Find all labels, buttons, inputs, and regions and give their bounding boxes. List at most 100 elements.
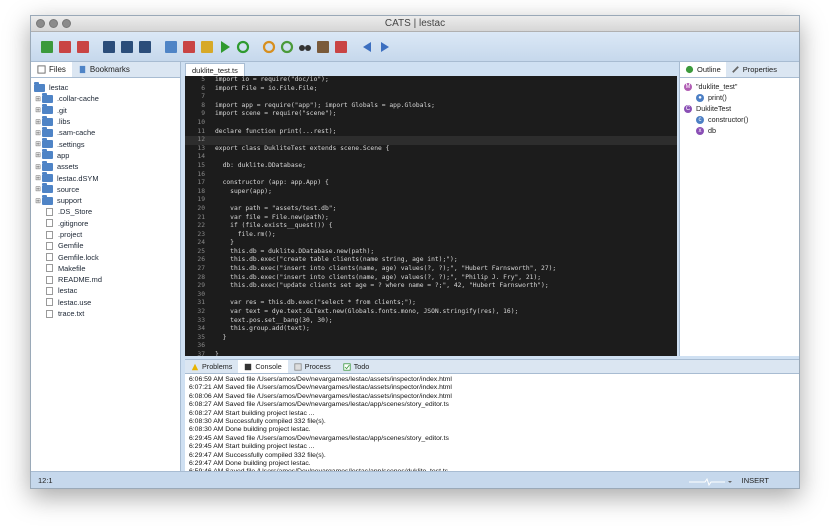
code-line[interactable]: 30 [185,291,677,300]
code-line[interactable]: 36 [185,342,677,351]
editor-tab[interactable]: duklite_test.ts [185,63,245,76]
code-line[interactable]: 11 declare function print(...rest); [185,128,677,137]
console-output[interactable]: 6:06:59 AM Saved file /Users/amos/Dev/ne… [185,374,799,485]
redo-icon[interactable] [279,39,295,55]
refresh-icon[interactable] [235,39,251,55]
tree-file[interactable]: .project [31,229,180,240]
code-line[interactable]: 14 [185,153,677,162]
tree-file[interactable]: Gemfile [31,240,180,251]
tab-todo[interactable]: Todo [337,360,376,373]
code-editor[interactable]: 5 import io = require("doc/io"); 6 import F… [185,76,677,356]
folder-icon [42,104,53,115]
tree-file[interactable]: lestac [31,285,180,296]
tree-file[interactable]: Makefile [31,263,180,274]
settings-icon[interactable] [333,39,349,55]
back-icon[interactable] [359,39,375,55]
code-line[interactable]: 5 import io = require("doc/io"); [185,76,677,85]
expand-icon[interactable]: ⊞ [34,174,42,182]
tree-folder[interactable]: ⊞ .libs [31,115,180,127]
code-line[interactable]: 26 this.db.exec("create table clients(na… [185,256,677,265]
code-line[interactable]: 17 constructor (app: app.App) { [185,179,677,188]
save-as-icon[interactable] [137,39,153,55]
tab-process[interactable]: Process [288,360,337,373]
tab-outline[interactable]: Outline [680,62,726,77]
expand-icon[interactable]: ⊞ [34,95,42,103]
tree-file[interactable]: README.md [31,274,180,285]
expand-icon[interactable]: ⊞ [34,197,42,205]
run-icon[interactable] [217,39,233,55]
code-line[interactable]: 33 text.pos.set__bang(30, 30); [185,317,677,326]
code-line[interactable]: 32 var text = dye.text.GLText.new(Global… [185,308,677,317]
save-all-icon[interactable] [119,39,135,55]
tree-folder[interactable]: ⊞ assets [31,160,180,172]
expand-icon[interactable]: ⊞ [34,140,42,148]
outline-item[interactable]: x db [680,125,799,136]
code-line[interactable]: 7 [185,93,677,102]
code-line[interactable]: 10 [185,119,677,128]
tab-properties[interactable]: Properties [726,62,782,77]
tree-file[interactable]: Gemfile.lock [31,251,180,262]
code-line[interactable]: 37} [185,351,677,356]
code-line[interactable]: 20 var path = "assets/test.db"; [185,205,677,214]
tab-files[interactable]: Files [31,62,72,77]
code-line[interactable]: 15 db: duklite.DDatabase; [185,162,677,171]
code-line[interactable]: 34 this.group.add(text); [185,325,677,334]
tree-folder[interactable]: ⊞ lestac.dSYM [31,172,180,183]
outline-item[interactable]: c constructor() [680,114,799,125]
close-project-icon[interactable] [57,39,73,55]
expand-icon[interactable]: ⊞ [34,106,42,114]
tree-folder[interactable]: ⊞ support [31,194,180,206]
tab-bookmarks[interactable]: Bookmarks [72,62,136,77]
tab-problems[interactable]: Problems [185,360,238,373]
code-line[interactable]: 18 super(app); [185,188,677,197]
code-line[interactable]: 12 [185,136,677,145]
outline-item[interactable]: M "duklite_test" [680,81,799,92]
code-line[interactable]: 28 this.db.exec("insert into clients(nam… [185,274,677,283]
undo-icon[interactable] [261,39,277,55]
delete-icon[interactable] [181,39,197,55]
new-file-icon[interactable] [163,39,179,55]
code-line[interactable]: 24 } [185,239,677,248]
code-line[interactable]: 29 this.db.exec("update clients set age … [185,282,677,291]
outline-item[interactable]: ● print() [680,92,799,103]
tree-file[interactable]: lestac.use [31,297,180,308]
code-line[interactable]: 21 var file = File.new(path); [185,214,677,223]
code-line[interactable]: 22 if (file.exists__quest()) { [185,222,677,231]
find-icon[interactable] [297,39,313,55]
tree-root[interactable]: lestac [31,81,180,93]
code-line[interactable]: 23 file.rm(); [185,231,677,240]
save-icon[interactable] [101,39,117,55]
code-line[interactable]: 13 export class DukliteTest extends scene… [185,145,677,154]
tree-file[interactable]: .DS_Store [31,206,180,217]
tree-folder[interactable]: ⊞ .sam-cache [31,126,180,138]
new-project-icon[interactable] [39,39,55,55]
forward-icon[interactable] [377,39,393,55]
code-line[interactable]: 25 this.db = duklite.DDatabase.new(path)… [185,248,677,257]
tree-folder[interactable]: ⊞ app [31,149,180,161]
tree-folder[interactable]: ⊞ source [31,183,180,195]
code-line[interactable]: 31 var res = this.db.exec("select * from… [185,299,677,308]
tab-console[interactable]: Console [238,360,288,373]
code-line[interactable]: 16 [185,171,677,180]
outline-item[interactable]: C DukliteTest [680,103,799,114]
edit-icon[interactable] [199,39,215,55]
tree-file[interactable]: .gitignore [31,218,180,229]
code-line[interactable]: 19 [185,196,677,205]
tree-folder[interactable]: ⊞ .git [31,104,180,116]
code-line[interactable]: 6 import File = io.File.File; [185,85,677,94]
expand-icon[interactable]: ⊞ [34,129,42,137]
code-line[interactable]: 35 } [185,334,677,343]
folder-icon [42,194,53,205]
code-line[interactable]: 27 this.db.exec("insert into clients(nam… [185,265,677,274]
bug-icon[interactable] [315,39,331,55]
code-line[interactable]: 8 import app = require("app"); import Glo… [185,102,677,111]
tree-folder[interactable]: ⊞ .collar-cache [31,92,180,104]
tree-file[interactable]: trace.txt [31,308,180,319]
code-line[interactable]: 9 import scene = require("scene"); [185,110,677,119]
tree-folder[interactable]: ⊞ .settings [31,138,180,149]
expand-icon[interactable]: ⊞ [34,151,42,159]
expand-icon[interactable]: ⊞ [34,118,42,126]
expand-icon[interactable]: ⊞ [34,163,42,171]
expand-icon[interactable]: ⊞ [34,185,42,193]
close-all-icon[interactable] [75,39,91,55]
